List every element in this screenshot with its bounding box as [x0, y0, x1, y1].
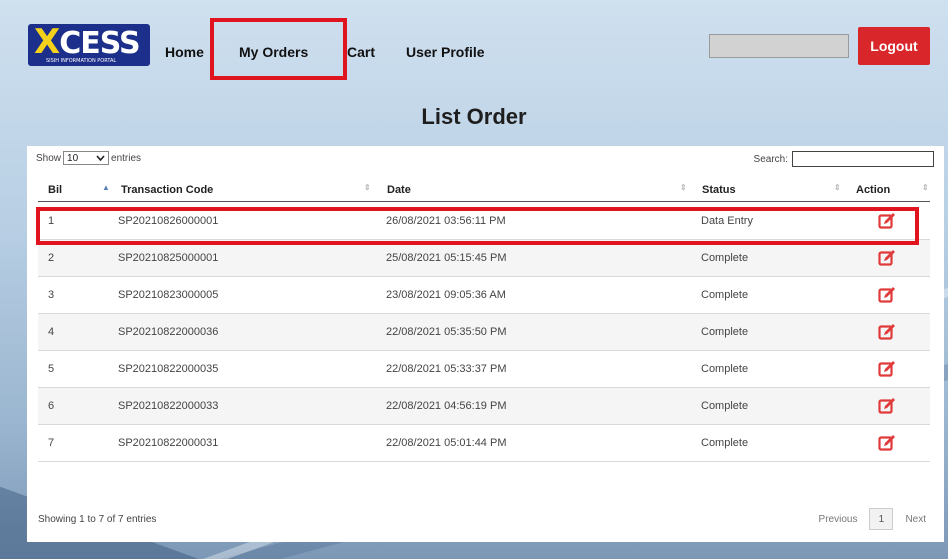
table-row: 5 SP20210822000035 22/08/2021 05:33:37 PM C…	[38, 351, 930, 388]
sort-asc-icon: ▲	[102, 183, 110, 192]
sort-icon: ⇕	[680, 183, 687, 192]
cell-date: 22/08/2021 04:56:19 PM	[386, 400, 507, 412]
cell-bil: 4	[48, 326, 55, 338]
page-title: List Order	[421, 104, 527, 129]
cell-status: Complete	[701, 400, 749, 412]
table-header: Bil ▲ Transaction Code ⇕ Date ⇕ Status ⇕…	[38, 178, 930, 202]
cell-date: 25/08/2021 05:15:45 PM	[386, 252, 507, 264]
logo-subtext: SISIH INFORMATION PORTAL	[46, 58, 117, 64]
column-header-date[interactable]: Date	[387, 184, 411, 196]
nav-user-profile[interactable]: User Profile	[406, 44, 485, 60]
cell-status: Complete	[701, 252, 749, 264]
edit-icon[interactable]	[878, 323, 896, 341]
edit-icon[interactable]	[878, 286, 896, 304]
pagination: Previous 1 Next	[815, 508, 930, 530]
column-header-transaction-code[interactable]: Transaction Code	[121, 184, 213, 196]
edit-icon[interactable]	[878, 249, 896, 267]
search-label: Search:	[753, 153, 788, 165]
cell-status: Complete	[701, 326, 749, 338]
column-header-bil[interactable]: Bil	[48, 184, 62, 196]
logout-button[interactable]: Logout	[858, 27, 930, 65]
cell-transaction-code: SP20210823000005	[118, 289, 219, 301]
column-header-action[interactable]: Action	[856, 184, 890, 196]
cell-bil: 3	[48, 289, 55, 301]
top-navbar: XCESS SISIH INFORMATION PORTAL Home My O…	[0, 0, 948, 90]
cell-status: Complete	[701, 363, 749, 375]
cell-transaction-code: SP20210822000033	[118, 400, 219, 412]
show-label: Show	[36, 152, 62, 164]
cell-transaction-code: SP20210825000001	[118, 252, 219, 264]
table-info: Showing 1 to 7 of 7 entries	[38, 514, 157, 525]
cell-transaction-code: SP20210822000035	[118, 363, 219, 375]
table-row: 3 SP20210823000005 23/08/2021 09:05:36 AM C…	[38, 277, 930, 314]
page-length-value: 10	[67, 152, 79, 164]
edit-icon[interactable]	[878, 397, 896, 415]
nav-cart[interactable]: Cart	[347, 44, 375, 60]
page-button-current[interactable]: 1	[869, 508, 894, 530]
cell-bil: 2	[48, 252, 55, 264]
chevron-down-icon	[96, 155, 105, 161]
table-row: 4 SP20210822000036 22/08/2021 05:35:50 PM C…	[38, 314, 930, 351]
table-row: 7 SP20210822000031 22/08/2021 05:01:44 PM C…	[38, 425, 930, 462]
cell-transaction-code: SP20210822000036	[118, 326, 219, 338]
edit-icon[interactable]	[878, 360, 896, 378]
first-row-highlight-box	[36, 207, 919, 245]
cell-bil: 7	[48, 437, 55, 449]
search-input[interactable]	[792, 151, 934, 167]
table-row: 2 SP20210825000001 25/08/2021 05:15:45 PM C…	[38, 240, 930, 277]
sort-icon: ⇕	[922, 183, 929, 192]
my-orders-highlight-box	[210, 18, 347, 80]
cell-date: 22/08/2021 05:01:44 PM	[386, 437, 507, 449]
table-row: 6 SP20210822000033 22/08/2021 04:56:19 PM C…	[38, 388, 930, 425]
cell-bil: 5	[48, 363, 55, 375]
sort-icon: ⇕	[364, 183, 371, 192]
xcess-logo[interactable]: XCESS SISIH INFORMATION PORTAL	[28, 24, 150, 66]
column-header-status[interactable]: Status	[702, 184, 736, 196]
page-length-select[interactable]: 10	[63, 151, 110, 165]
next-button[interactable]: Next	[901, 510, 930, 529]
cell-status: Complete	[701, 289, 749, 301]
page-length-control: Show 10 entries	[36, 151, 141, 165]
previous-button[interactable]: Previous	[815, 510, 862, 529]
cell-date: 23/08/2021 09:05:36 AM	[386, 289, 506, 301]
cell-status: Complete	[701, 437, 749, 449]
edit-icon[interactable]	[878, 434, 896, 452]
cell-transaction-code: SP20210822000031	[118, 437, 219, 449]
cell-date: 22/08/2021 05:33:37 PM	[386, 363, 507, 375]
cell-bil: 6	[48, 400, 55, 412]
entries-label: entries	[111, 152, 142, 164]
search-control: Search:	[754, 151, 934, 167]
orders-panel: Show 10 entries Search: Bil ▲ Transactio…	[27, 146, 944, 542]
user-name-field	[709, 34, 849, 58]
sort-icon: ⇕	[834, 183, 841, 192]
nav-home[interactable]: Home	[165, 44, 204, 60]
cell-date: 22/08/2021 05:35:50 PM	[386, 326, 507, 338]
